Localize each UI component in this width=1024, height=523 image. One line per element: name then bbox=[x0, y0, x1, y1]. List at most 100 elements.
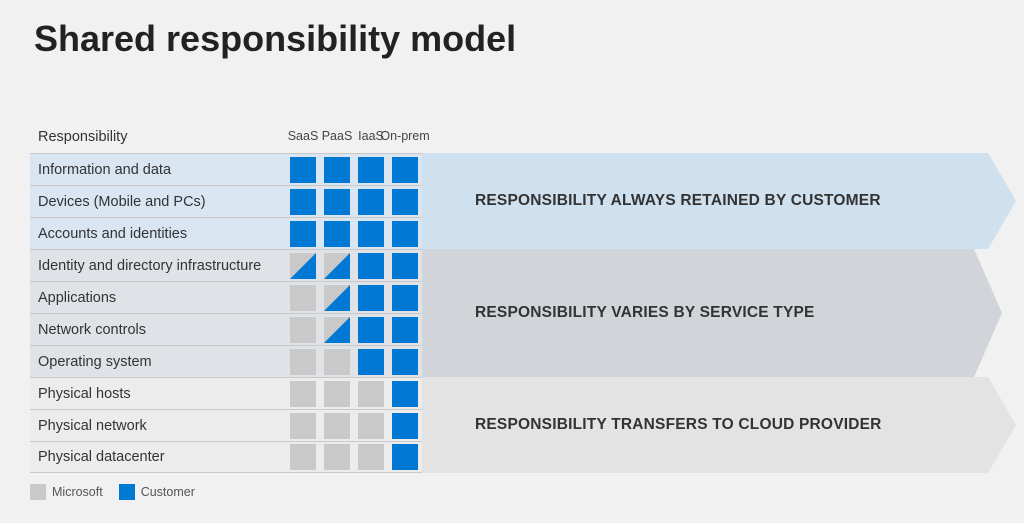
responsibility-square bbox=[358, 285, 384, 311]
responsibility-square bbox=[392, 413, 418, 439]
responsibility-square bbox=[324, 221, 350, 247]
row-label: Information and data bbox=[30, 162, 286, 178]
responsibility-square bbox=[392, 221, 418, 247]
cell bbox=[354, 314, 388, 346]
cell bbox=[286, 410, 320, 442]
cell bbox=[388, 378, 422, 410]
cell bbox=[286, 250, 320, 282]
responsibility-square bbox=[324, 349, 350, 375]
col-header: SaaS bbox=[286, 120, 320, 153]
responsibility-square bbox=[290, 381, 316, 407]
legend-item-customer: Customer bbox=[119, 484, 195, 500]
responsibility-square bbox=[324, 413, 350, 439]
cell bbox=[388, 154, 422, 186]
cell bbox=[388, 218, 422, 250]
responsibility-square bbox=[358, 349, 384, 375]
row-label: Accounts and identities bbox=[30, 226, 286, 242]
cell bbox=[388, 186, 422, 218]
responsibility-square bbox=[324, 157, 350, 183]
responsibility-table: Responsibility SaaS PaaS IaaS On-prem In… bbox=[30, 120, 422, 473]
responsibility-header: Responsibility bbox=[30, 129, 286, 145]
responsibility-square bbox=[290, 189, 316, 215]
band-label: RESPONSIBILITY TRANSFERS TO CLOUD PROVID… bbox=[475, 416, 976, 434]
legend-label: Customer bbox=[141, 485, 195, 499]
legend-label: Microsoft bbox=[52, 485, 103, 499]
cell bbox=[286, 218, 320, 250]
cell bbox=[388, 250, 422, 282]
cell bbox=[320, 378, 354, 410]
responsibility-square bbox=[324, 189, 350, 215]
responsibility-square bbox=[290, 444, 316, 470]
cell bbox=[354, 441, 388, 473]
responsibility-square bbox=[324, 317, 350, 343]
cell bbox=[354, 346, 388, 378]
cell bbox=[388, 282, 422, 314]
band-label: RESPONSIBILITY VARIES BY SERVICE TYPE bbox=[475, 304, 962, 322]
table-row: Devices (Mobile and PCs) bbox=[30, 185, 422, 217]
cell bbox=[320, 314, 354, 346]
responsibility-square bbox=[392, 285, 418, 311]
cell bbox=[286, 378, 320, 410]
responsibility-square bbox=[358, 221, 384, 247]
col-header: PaaS bbox=[320, 120, 354, 153]
swatch-customer bbox=[119, 484, 135, 500]
responsibility-square bbox=[358, 413, 384, 439]
responsibility-square bbox=[392, 444, 418, 470]
cell bbox=[320, 410, 354, 442]
table-row: Accounts and identities bbox=[30, 217, 422, 249]
responsibility-square bbox=[358, 381, 384, 407]
responsibility-square bbox=[324, 381, 350, 407]
cell bbox=[354, 282, 388, 314]
swatch-microsoft bbox=[30, 484, 46, 500]
cell bbox=[320, 346, 354, 378]
responsibility-square bbox=[392, 253, 418, 279]
responsibility-square bbox=[392, 317, 418, 343]
responsibility-square bbox=[324, 285, 350, 311]
table-row: Physical hosts bbox=[30, 377, 422, 409]
band-label: RESPONSIBILITY ALWAYS RETAINED BY CUSTOM… bbox=[475, 192, 976, 210]
cell bbox=[286, 282, 320, 314]
cell bbox=[286, 314, 320, 346]
cell bbox=[354, 250, 388, 282]
responsibility-square bbox=[358, 157, 384, 183]
responsibility-square bbox=[324, 444, 350, 470]
cell bbox=[354, 378, 388, 410]
cell bbox=[388, 441, 422, 473]
table-header-row: Responsibility SaaS PaaS IaaS On-prem bbox=[30, 120, 422, 153]
cell bbox=[388, 410, 422, 442]
cell bbox=[320, 218, 354, 250]
cell bbox=[286, 186, 320, 218]
row-label: Physical hosts bbox=[30, 386, 286, 402]
responsibility-square bbox=[290, 349, 316, 375]
cell bbox=[320, 154, 354, 186]
responsibility-square bbox=[290, 413, 316, 439]
row-label: Network controls bbox=[30, 322, 286, 338]
table-row: Network controls bbox=[30, 313, 422, 345]
cell bbox=[320, 441, 354, 473]
cell bbox=[286, 154, 320, 186]
row-label: Devices (Mobile and PCs) bbox=[30, 194, 286, 210]
responsibility-square bbox=[358, 189, 384, 215]
responsibility-square bbox=[358, 253, 384, 279]
responsibility-square bbox=[290, 317, 316, 343]
row-label: Identity and directory infrastructure bbox=[30, 258, 286, 274]
table-row: Applications bbox=[30, 281, 422, 313]
responsibility-square bbox=[392, 189, 418, 215]
cell bbox=[320, 250, 354, 282]
table-row: Identity and directory infrastructure bbox=[30, 249, 422, 281]
row-label: Physical network bbox=[30, 418, 286, 434]
cell bbox=[388, 346, 422, 378]
responsibility-square bbox=[392, 349, 418, 375]
responsibility-square bbox=[358, 444, 384, 470]
responsibility-square bbox=[324, 253, 350, 279]
row-label: Applications bbox=[30, 290, 286, 306]
cell bbox=[354, 186, 388, 218]
row-label: Operating system bbox=[30, 354, 286, 370]
responsibility-square bbox=[290, 285, 316, 311]
responsibility-square bbox=[392, 381, 418, 407]
row-label: Physical datacenter bbox=[30, 449, 286, 465]
responsibility-square bbox=[290, 157, 316, 183]
cell bbox=[320, 186, 354, 218]
cell bbox=[320, 282, 354, 314]
table-row: Physical datacenter bbox=[30, 441, 422, 473]
